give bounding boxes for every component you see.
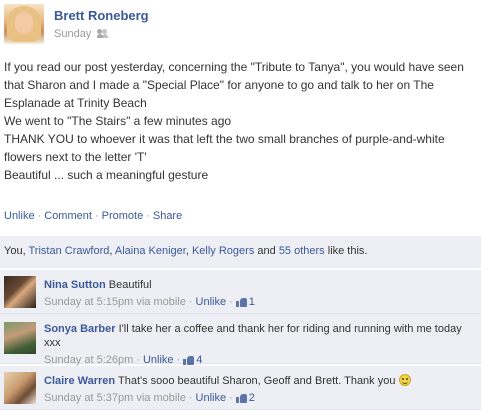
comment-item: Claire Warren That's sooo beautiful Shar… — [0, 366, 481, 410]
comment-unlike-link[interactable]: Unlike — [196, 391, 227, 405]
comment-link[interactable]: Comment — [44, 210, 92, 222]
liker-link[interactable]: Kelly Rogers — [192, 245, 254, 257]
comment-item: Sonya Barber I'll take her a coffee and … — [0, 314, 481, 367]
separator: · — [94, 210, 99, 222]
thumbs-up-icon — [235, 297, 247, 307]
comment-meta: Sunday at 5:37pm via mobile · Unlike · 2 — [44, 391, 474, 405]
separator: · — [176, 354, 181, 366]
likes-you: You, — [4, 245, 26, 257]
separator: · — [188, 392, 193, 404]
post-paragraph: If you read our post yesterday, concerni… — [4, 60, 464, 110]
post-paragraph: We went to "The Stairs" a few minutes ag… — [4, 114, 232, 128]
post-timestamp[interactable]: Sunday — [54, 28, 91, 40]
likes-summary: You, Tristan Crawford, Alaina Keniger, K… — [0, 236, 481, 268]
smiley-icon — [398, 374, 411, 386]
comment-like-count[interactable]: 1 — [249, 295, 255, 309]
post-meta: Sunday — [54, 28, 109, 40]
comment-text: That's sooo beautiful Sharon, Geoff and … — [117, 375, 396, 387]
commenter-name-link[interactable]: Claire Warren — [44, 375, 115, 387]
thumbs-up-icon — [183, 355, 195, 365]
separator: · — [37, 210, 42, 222]
friends-icon[interactable] — [97, 29, 109, 39]
commenter-avatar[interactable] — [4, 276, 36, 308]
post-actions: Unlike · Comment · Promote · Share — [4, 210, 182, 222]
post-paragraph: Beautiful ... such a meaningful gesture — [4, 168, 209, 182]
comment-timestamp[interactable]: Sunday at 5:15pm via mobile — [44, 295, 186, 309]
likes-suffix: like this. — [327, 245, 368, 257]
author-name-link[interactable]: Brett Roneberg — [54, 8, 149, 23]
separator: · — [188, 296, 193, 308]
commenter-name-link[interactable]: Nina Sutton — [44, 279, 106, 291]
post-message: If you read our post yesterday, concerni… — [4, 58, 480, 184]
likes-and: and — [257, 245, 276, 257]
separator: · — [136, 354, 140, 366]
liker-link[interactable]: Tristan Crawford — [28, 245, 109, 257]
commenter-avatar[interactable] — [4, 322, 36, 354]
post-paragraph: THANK YOU to whoever it was that left th… — [4, 132, 445, 164]
separator: · — [229, 392, 233, 404]
thumbs-up-icon — [235, 393, 247, 403]
comment-item: Nina Sutton Beautiful Sunday at 5:15pm v… — [0, 270, 481, 314]
share-link[interactable]: Share — [153, 210, 182, 222]
comment-like-count[interactable]: 2 — [249, 391, 255, 405]
comment-meta: Sunday at 5:26pm · Unlike · 4 — [44, 353, 474, 367]
feedback-section: You, Tristan Crawford, Alaina Keniger, K… — [0, 236, 483, 411]
commenter-name-link[interactable]: Sonya Barber — [44, 323, 116, 335]
comment-like-count[interactable]: 4 — [196, 353, 202, 367]
comment-timestamp[interactable]: Sunday at 5:26pm — [44, 353, 133, 367]
promote-link[interactable]: Promote — [102, 210, 144, 222]
comment-unlike-link[interactable]: Unlike — [143, 353, 174, 367]
unlike-link[interactable]: Unlike — [4, 210, 35, 222]
author-avatar[interactable] — [4, 4, 44, 44]
comment-timestamp[interactable]: Sunday at 5:37pm via mobile — [44, 391, 186, 405]
comment-unlike-link[interactable]: Unlike — [196, 295, 227, 309]
comment-meta: Sunday at 5:15pm via mobile · Unlike · 1 — [44, 295, 474, 309]
commenter-avatar[interactable] — [4, 372, 36, 404]
post-header: Brett Roneberg Sunday — [4, 4, 474, 44]
comment-text: Beautiful — [108, 279, 152, 291]
separator: · — [146, 210, 150, 222]
separator: · — [229, 296, 233, 308]
liker-link[interactable]: Alaina Keniger — [115, 245, 186, 257]
likes-others-link[interactable]: 55 others — [279, 245, 325, 257]
